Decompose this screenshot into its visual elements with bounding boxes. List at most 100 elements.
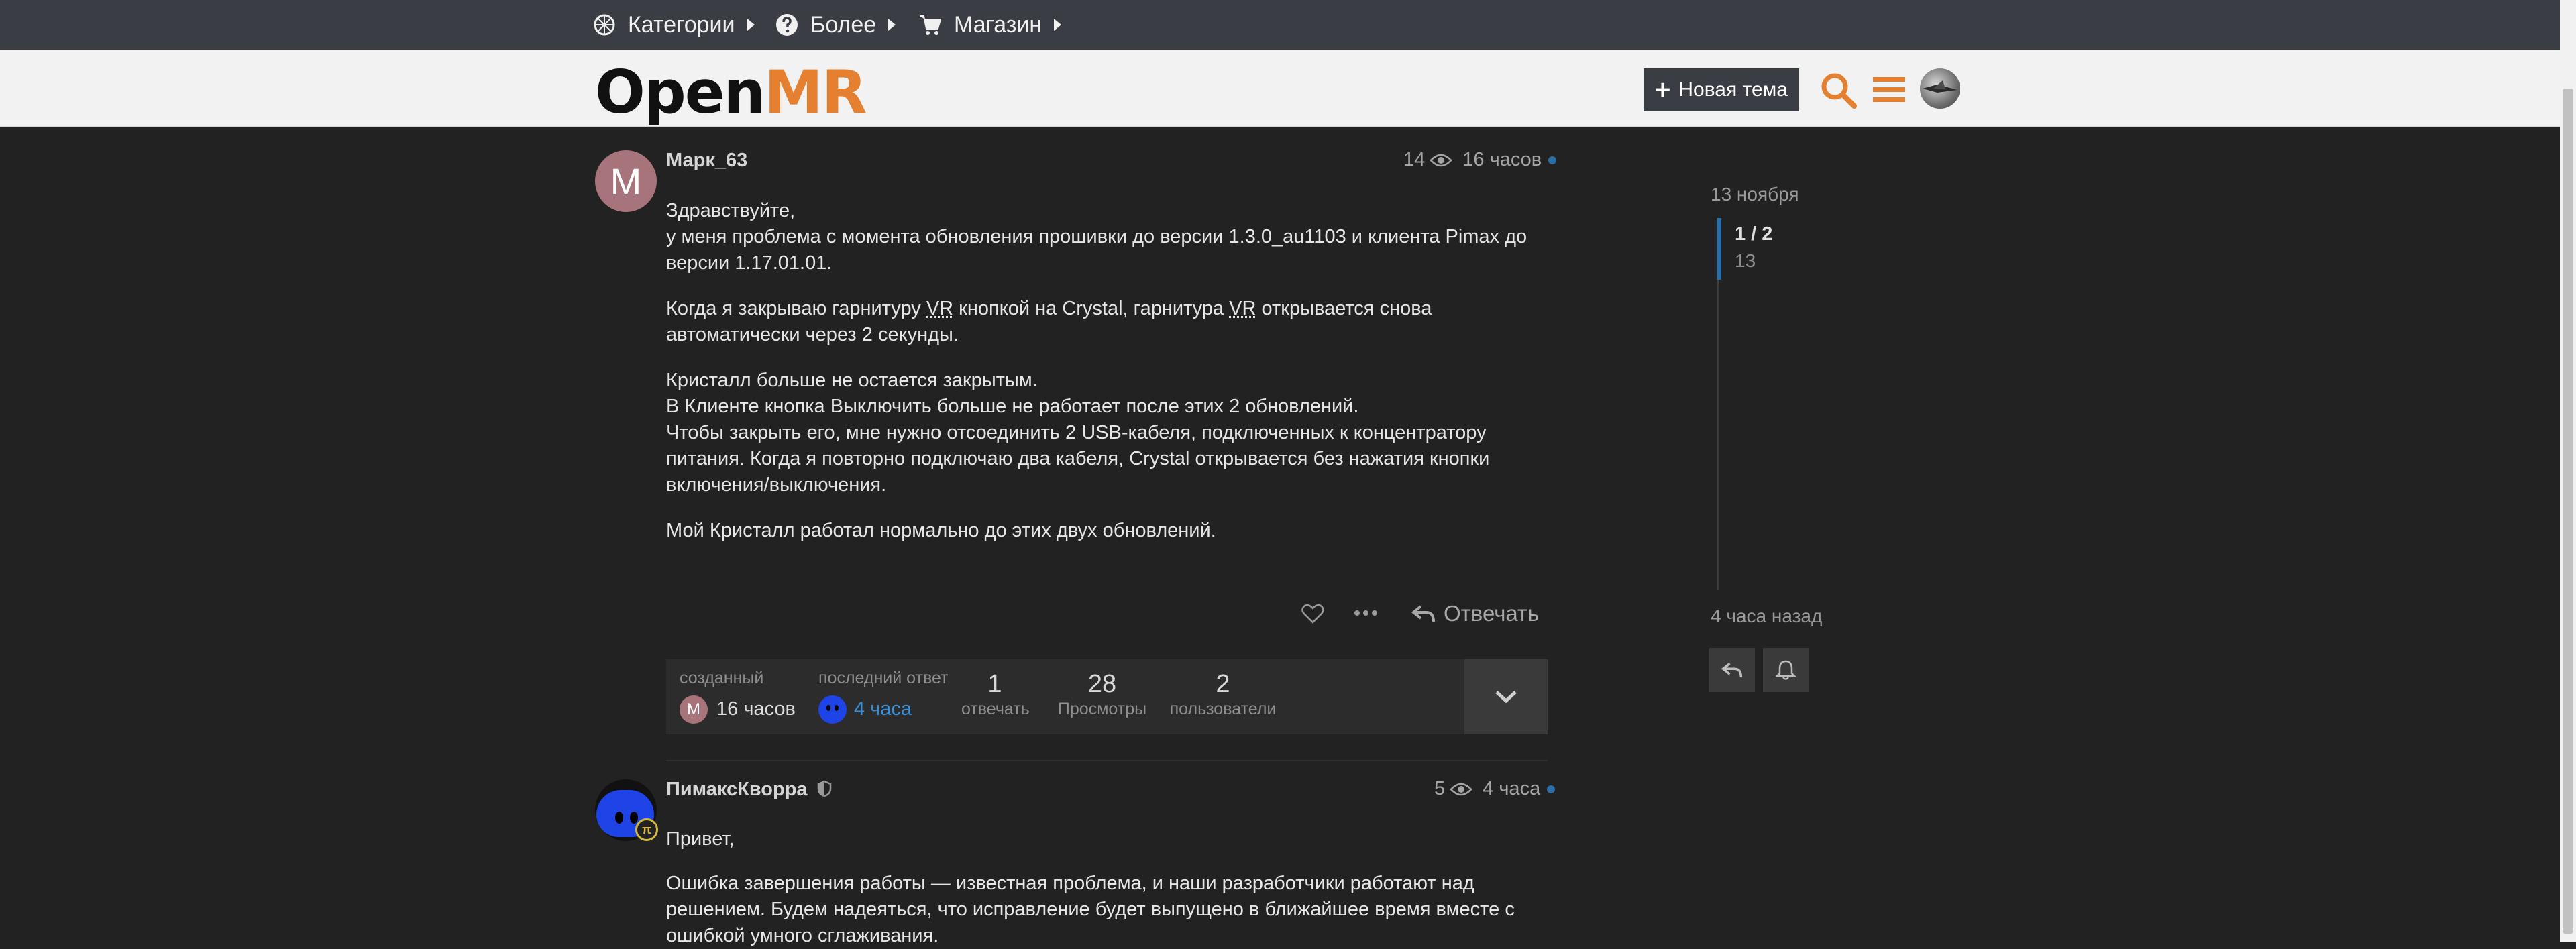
post-text-line: автоматически через 2 секунды. [666, 324, 959, 345]
new-topic-button[interactable]: + Новая тема [1644, 68, 1799, 111]
timeline-end-label[interactable]: 4 часа назад [1711, 606, 1822, 627]
scrollbar-thumb[interactable] [2563, 89, 2573, 934]
post-text-line: Чтобы закрыть его, мне нужно отсоединить… [666, 422, 1487, 443]
post-text-line: Кристалл больше не остается закрытым. [666, 370, 1038, 391]
logo-text-mr: MR [764, 58, 867, 127]
post-paragraph: Ошибка завершения работы — известная про… [666, 871, 1538, 949]
user-avatar[interactable] [1920, 68, 1960, 109]
nav-categories[interactable]: Категории [593, 0, 755, 50]
post-text-line: Здравствуйте, [666, 200, 796, 221]
logo-text-open: Open [595, 58, 765, 127]
category-bar: Категории Более Магазин [0, 0, 2560, 50]
post-text-line: у меня проблема с момента обновления про… [666, 226, 1527, 247]
avatar-letter: M [687, 700, 700, 718]
post-view-count: 14 [1403, 149, 1426, 170]
reply-icon [1721, 662, 1743, 677]
eye-icon [1450, 783, 1472, 795]
nav-shop[interactable]: Магазин [919, 0, 1062, 50]
replies-count: 1 [987, 670, 1002, 698]
replies-label: отвечать [961, 700, 1030, 718]
last-reply-value[interactable]: 4 часа [854, 698, 912, 720]
post-username[interactable]: ПимаксКворра [666, 779, 832, 801]
post-paragraph: Здравствуйте, у меня проблема с момента … [666, 198, 1538, 276]
question-circle-icon [776, 14, 798, 36]
nav-more-label: Более [810, 11, 877, 38]
nav-more[interactable]: Более [775, 0, 896, 50]
post-text-segment: открывается снова [1256, 298, 1432, 319]
reply-button[interactable]: Отвечать [1411, 599, 1539, 628]
chevron-down-icon [1495, 691, 1517, 704]
avatar-eye [615, 812, 623, 824]
hamburger-menu-icon[interactable] [1869, 70, 1909, 110]
post-text-line: Привет, [666, 828, 735, 850]
post-paragraph: Привет, [666, 826, 1538, 852]
user-flair-badge: π [635, 818, 658, 841]
post-date[interactable]: 16 часов [1462, 149, 1542, 171]
username-text: ПимаксКворра [666, 779, 808, 800]
cart-icon [920, 15, 942, 35]
post-text-line: питания. Когда я повторно подключаю два … [666, 448, 1490, 469]
caret-right-icon [888, 19, 896, 31]
users-label: пользователи [1169, 700, 1277, 718]
eye-icon [1430, 154, 1452, 166]
topic-map: созданный M 16 часов последний ответ 4 ч… [666, 659, 1548, 734]
post-date[interactable]: 4 часа [1483, 778, 1540, 800]
post-text-line: Мой Кристалл работал нормально до этих д… [666, 520, 1216, 541]
created-label: созданный [680, 669, 764, 687]
new-topic-label: Новая тема [1678, 78, 1788, 101]
timeline-handle[interactable] [1717, 218, 1721, 280]
bell-icon [1776, 660, 1796, 680]
reply-icon [1411, 605, 1435, 622]
nav-categories-label: Категории [628, 11, 735, 38]
vr-abbreviation[interactable]: VR [926, 298, 953, 319]
avatar-letter: M [610, 160, 642, 203]
badge-text: π [642, 822, 651, 836]
timeline-notification-button[interactable] [1763, 648, 1809, 692]
views-count: 28 [1087, 670, 1117, 698]
nav-shop-label: Магазин [954, 11, 1042, 38]
site-logo[interactable]: OpenMR [595, 58, 867, 127]
post-avatar[interactable]: π [595, 779, 658, 841]
created-value: 16 часов [716, 698, 796, 720]
views-label: Просмотры [1057, 700, 1147, 718]
post-text-line: версии 1.17.01.01. [666, 252, 833, 274]
post-avatar[interactable]: M [595, 150, 657, 212]
categories-icon [594, 14, 615, 36]
avatar-eye [835, 705, 839, 711]
post-text-line: ошибкой умного сглаживания. [666, 925, 939, 946]
post-paragraph: Мой Кристалл работал нормально до этих д… [666, 518, 1538, 544]
post-paragraph: Когда я закрываю гарнитуру VR кнопкой на… [666, 296, 1538, 348]
avatar-eye [826, 705, 830, 711]
caret-right-icon [747, 19, 755, 31]
post-view-count: 5 [1434, 778, 1446, 799]
post-meta: 5 4 часа [1434, 778, 1556, 800]
post-text-line: Ошибка завершения работы — известная про… [666, 873, 1474, 894]
post-text-line: В Клиенте кнопка Выключить больше не раб… [666, 396, 1359, 417]
avatar-image-icon [1923, 80, 1957, 93]
timeline-start-date[interactable]: 13 ноября [1711, 184, 1799, 205]
timeline-reply-button[interactable] [1709, 648, 1755, 692]
more-options-icon[interactable] [1354, 608, 1378, 618]
caret-right-icon [1054, 19, 1062, 31]
timeline-position-date: 13 [1735, 250, 1756, 271]
vr-abbreviation[interactable]: VR [1229, 298, 1256, 319]
post-text-segment: кнопкой на Crystal, гарнитура [953, 298, 1230, 319]
unread-dot [1548, 156, 1557, 164]
created-avatar[interactable]: M [680, 695, 708, 724]
avatar-eye [630, 812, 638, 824]
expand-topic-map-button[interactable] [1464, 659, 1548, 734]
heart-icon[interactable] [1301, 604, 1324, 624]
search-icon[interactable] [1818, 70, 1858, 110]
post-text-segment: Когда я закрываю гарнитуру [666, 298, 926, 319]
plus-icon: + [1655, 75, 1671, 105]
timeline-position: 1 / 2 [1735, 223, 1773, 245]
post-text-line: решением. Будем надеяться, что исправлен… [666, 899, 1515, 920]
last-reply-avatar[interactable] [818, 695, 847, 724]
reply-label: Отвечать [1444, 601, 1540, 626]
post-divider [666, 760, 1548, 761]
site-header: OpenMR + Новая тема [0, 50, 2560, 127]
users-count: 2 [1216, 670, 1230, 698]
shield-icon [817, 780, 831, 797]
post-username[interactable]: Марк_63 [666, 150, 747, 172]
post-text-line: включения/выключения. [666, 474, 887, 496]
